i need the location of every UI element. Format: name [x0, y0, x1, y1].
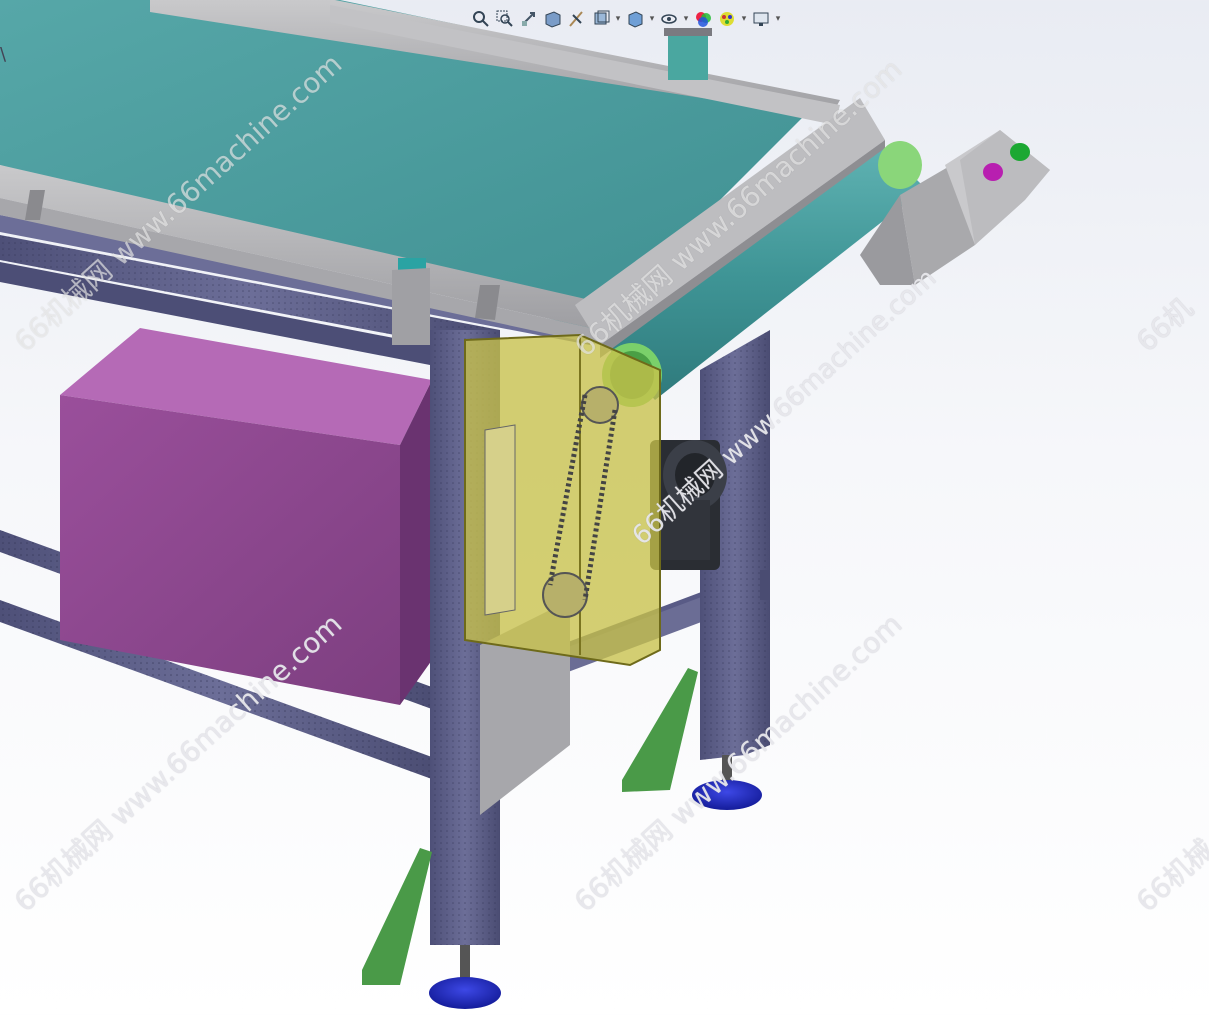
- hide-show-dropdown-icon[interactable]: ▾: [682, 14, 690, 24]
- view-settings-icon[interactable]: [750, 6, 772, 32]
- chain-guard: [464, 333, 661, 667]
- magenta-stop-button: [983, 163, 1003, 181]
- apply-scene-icon[interactable]: [716, 6, 738, 32]
- zoom-to-fit-icon[interactable]: [470, 6, 492, 32]
- view-orientation-dropdown-icon[interactable]: ▾: [614, 14, 622, 24]
- apply-scene-dropdown-icon[interactable]: ▾: [740, 14, 748, 24]
- view-settings-dropdown-icon[interactable]: ▾: [774, 14, 782, 24]
- green-start-button: [1010, 143, 1030, 161]
- display-style-dropdown-icon[interactable]: ▾: [648, 14, 656, 24]
- graphics-viewport[interactable]: ▾ ▾ ▾ ▾ ▾ \ 66机械网 www.66machine.com 66机械…: [0, 0, 1209, 1015]
- previous-view-icon[interactable]: [518, 6, 540, 32]
- dynamic-annotation-icon[interactable]: [566, 6, 588, 32]
- zoom-to-area-icon[interactable]: [494, 6, 516, 32]
- cad-model-scene[interactable]: [0, 0, 1209, 1015]
- heads-up-view-toolbar: ▾ ▾ ▾ ▾ ▾: [470, 4, 782, 34]
- hide-show-items-icon[interactable]: [658, 6, 680, 32]
- view-orientation-icon[interactable]: [590, 6, 612, 32]
- edit-appearance-icon[interactable]: [692, 6, 714, 32]
- drive-motor: [650, 440, 727, 570]
- edge-glyph: \: [0, 44, 7, 65]
- electrical-cabinet: [60, 328, 432, 705]
- section-view-icon[interactable]: [542, 6, 564, 32]
- display-style-icon[interactable]: [624, 6, 646, 32]
